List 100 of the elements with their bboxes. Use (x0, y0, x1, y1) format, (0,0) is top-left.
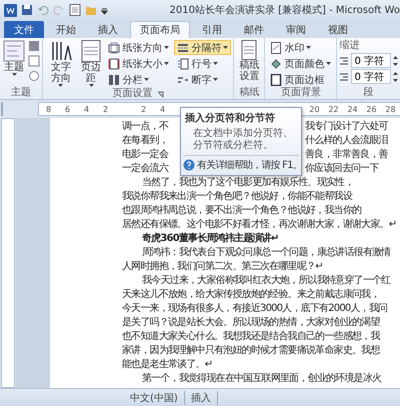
color-grid-icon (28, 40, 40, 52)
group-label: 页面设置 (112, 88, 153, 100)
status-item[interactable]: 插入 (190, 390, 218, 404)
font-icon (28, 55, 40, 67)
ruler-number: 4 (82, 104, 90, 114)
help-icon (183, 159, 195, 171)
page-size-icon (108, 58, 120, 70)
margins-icon (81, 40, 102, 62)
manuscript-icon (241, 40, 258, 60)
document-text: 也不知道大家关心什么。我想我还是结合我自己的一些感想，我 (122, 330, 381, 344)
tooltip-help-text: 有关详细帮助，请按 F1。 (197, 158, 302, 172)
document-text: 电影一定会 (122, 148, 170, 162)
document-text: 你应该回去问一下 (305, 162, 379, 176)
themes-icon (3, 40, 25, 62)
document-text: 在每看到， (122, 134, 170, 148)
ribbon-tab[interactable]: 审阅 (276, 21, 316, 38)
breaks-icon (177, 42, 190, 54)
document-text: 家讲，因为我理解中只有泡妞的时候才需要痛说革命家史。我想 (122, 344, 381, 358)
indent-field[interactable]: 0 字符 (351, 69, 391, 84)
ruler-number: 4 (158, 104, 166, 114)
text-direction-icon (50, 40, 72, 62)
document-text: 我说你帮我来出演一个角色吧？他说好，你能不能帮我设 (122, 190, 354, 204)
manuscript-settings-button[interactable]: 稿纸设置 (236, 40, 262, 82)
page-option-button[interactable]: 分隔符 (174, 40, 232, 55)
page-option-button[interactable]: 断字 (174, 72, 232, 87)
ribbon-tab[interactable]: 视图 (318, 21, 358, 38)
page-background-button[interactable]: 页面颜色 (267, 56, 334, 71)
document-text: 善良，非常善良，善 (305, 148, 388, 162)
page-background-button[interactable]: 页面边框 (267, 72, 334, 87)
redo-icon (53, 4, 65, 16)
theme-fonts-button[interactable] (28, 55, 40, 69)
status-item[interactable]: 中文(中国) (130, 390, 185, 404)
app-icon (4, 4, 17, 16)
ribbon-tab[interactable]: 开始 (46, 21, 86, 38)
new-document-icon (69, 4, 81, 16)
group-label: 段 (364, 87, 374, 99)
document-text: 是关了吗？说是站长大会。所以现场的热情，大家对创业的渴望 (122, 316, 381, 330)
spinner-icon (393, 70, 398, 82)
save-icon (21, 4, 33, 16)
ribbon-tab[interactable]: 引用 (192, 21, 232, 38)
ruler-number: 8 (44, 104, 52, 114)
ruler-number: 24 (346, 104, 359, 114)
document-text: 我今天过来，大家俗称我叫红衣大炮，所以我特意穿了一个红 (141, 274, 392, 288)
indent-field[interactable]: 0 字符 (351, 53, 391, 68)
theme-effects-button[interactable] (28, 70, 40, 84)
group-label: 主题 (11, 87, 31, 99)
page-option-button[interactable]: 纸张方向 (105, 40, 172, 55)
window-title: 2010站长年会演讲实录 [兼容模式] - Microsoft Wo (169, 4, 400, 17)
document-heading: 奇虎360董事长周鸿祎主题演讲↵ (141, 232, 280, 246)
tooltip-title: 插入分页符和分节符 (185, 112, 276, 125)
themes-button[interactable]: 主题 (2, 40, 26, 77)
page-option-button[interactable]: 分栏 (105, 72, 172, 87)
left-indent-icon (339, 56, 350, 66)
ruler-number: 2 (140, 104, 148, 114)
page-orientation-icon (108, 42, 120, 54)
ribbon-tab[interactable]: 页面布局 (130, 21, 190, 38)
document-text: 我专门设计了六处可 (305, 120, 388, 134)
indent-heading: 缩进 (339, 40, 360, 52)
document-text: 居然还有保镖。这个电影不好看才怪，再次谢谢大家，谢谢大家。↵ (122, 218, 398, 232)
page-borders-icon (270, 74, 282, 86)
ruler-number: 26 (365, 104, 378, 114)
document-text: 调一点，不 (122, 120, 170, 134)
theme-colors-button[interactable] (28, 40, 40, 54)
right-indent-icon (339, 72, 350, 82)
document-text: 能也是老生常谈了。↵ (122, 358, 214, 372)
file-tab[interactable]: 文件 (4, 21, 44, 38)
ruler-number: 2 (102, 104, 110, 114)
document-text: 今天一来，现场有很多人，有接近3000人，底下有2000人，我问 (122, 302, 388, 316)
page-background-button[interactable]: 水印 (267, 40, 334, 55)
watermark-icon (270, 42, 282, 54)
dialog-launcher-icon (156, 90, 164, 98)
document-text: 当然了，我也为了这个电影更加有娱乐性、现实性， (141, 176, 355, 190)
document-text: 周鸿祎：我代表台下观众问康总一个问题，康总讲话很有激情 (141, 246, 392, 260)
effects-icon (28, 70, 40, 82)
page-option-button[interactable]: 行号 (174, 56, 232, 71)
spinner-icon (393, 54, 398, 66)
group-label: 稿纸 (239, 87, 260, 99)
ruler-number: 20 (308, 104, 321, 114)
margins-button[interactable]: 页边距 (78, 40, 104, 88)
page-option-button[interactable]: 纸张大小 (105, 56, 172, 71)
ruler-number: 22 (327, 104, 340, 114)
caret-icon (12, 73, 16, 77)
group-label: 页面背景 (280, 87, 321, 99)
columns-icon (108, 74, 120, 86)
document-text: 也跟周鸿祎周总说，要不出演一个角色？他说好，我当你的 (122, 204, 362, 218)
undo-icon (37, 4, 49, 16)
document-text: 第一个，我觉得现在在中国互联网里面，创业的环境是冰火 (141, 372, 382, 386)
document-text: 人网时拥抱，我们问第二次、第三次在哪里呢？↵ (122, 260, 324, 274)
document-text: 什么样的人会流眼泪 (305, 134, 388, 148)
folder-icon (85, 4, 97, 16)
ruler-number: 28 (384, 104, 397, 114)
tooltip-text: 在文档中添加分页符、分节符或分栏符。 (193, 128, 294, 152)
document-text: 天来这儿不放炮，给大家传授放炮的经验。来之前戴志康问我， (122, 288, 381, 302)
line-numbers-icon (177, 58, 190, 70)
ribbon-tab[interactable]: 插入 (88, 21, 128, 38)
document-text: 一定会流六 (122, 162, 170, 176)
ruler-number: 6 (64, 104, 72, 114)
page-color-icon (270, 58, 282, 70)
ribbon-tab[interactable]: 邮件 (234, 21, 274, 38)
text-direction-button[interactable]: 文字方向 (45, 40, 77, 88)
